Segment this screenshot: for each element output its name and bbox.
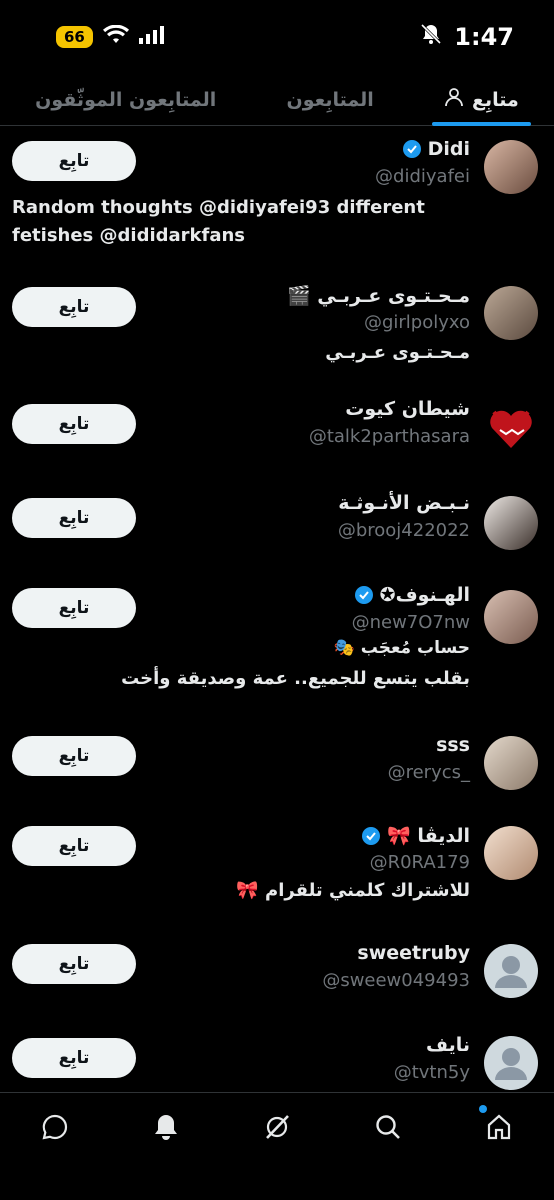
devil-heart-icon [490, 410, 532, 448]
user-handle: @talk2parthasara [308, 426, 470, 447]
user-bio: حساب مُعجَب 🎭 [333, 638, 470, 658]
user-bio: Random thoughts @didiyafei93 different f… [12, 197, 425, 246]
status-left: 66 [56, 24, 165, 49]
follow-button[interactable]: تابِع [12, 404, 136, 444]
user-name: نـبـض الأنـوثـة [338, 492, 470, 514]
follow-button[interactable]: تابِع [12, 1038, 136, 1078]
follow-button[interactable]: تابِع [12, 588, 136, 628]
avatar[interactable] [484, 1036, 538, 1090]
tab-verified-followers-label: المتابِعون الموثّقون [35, 88, 217, 111]
user-name-text: الهـنوف✪ [379, 584, 470, 606]
user-bio: للاشتراك كلمني تلقرام 🎀 [236, 880, 470, 901]
user-handle: @new7O7nw [351, 612, 470, 633]
user-name-text: الديڤا 🎀 [387, 825, 470, 847]
avatar[interactable] [484, 496, 538, 550]
verified-badge-icon [402, 140, 421, 158]
default-avatar-icon [495, 956, 527, 988]
avatar[interactable] [484, 590, 538, 644]
default-avatar-icon [495, 1048, 527, 1080]
user-name: شيطان كيوت [345, 398, 470, 420]
grok-icon[interactable] [257, 1107, 297, 1147]
status-bar: 66 1:47 [0, 0, 554, 74]
followers-tabs: متابِع المتابِعون المتابِعون الموثّقون [0, 74, 554, 126]
follow-button[interactable]: تابِع [12, 736, 136, 776]
home-icon[interactable] [478, 1105, 519, 1147]
user-name: نايف [425, 1034, 470, 1056]
user-name-text: Didi [427, 138, 470, 160]
follow-button[interactable]: تابِع [12, 498, 136, 538]
user-name: الهـنوف✪ [354, 584, 470, 606]
user-bio-line2: بقلب يتسع للجميع.. عمة وصديقة وأخت [121, 668, 470, 689]
user-name: الديڤا 🎀 [361, 824, 470, 847]
status-right: 1:47 [420, 23, 514, 51]
verified-badge-icon [362, 826, 381, 845]
follow-button[interactable]: تابِع [12, 141, 136, 181]
wifi-icon [102, 24, 129, 49]
user-name: sweetruby [357, 942, 470, 964]
bottom-nav [0, 1092, 554, 1200]
user-handle: @tvtn5y [393, 1062, 470, 1083]
clock: 1:47 [454, 23, 514, 51]
tab-following-label: متابِع [472, 88, 519, 111]
follow-button[interactable]: تابِع [12, 944, 136, 984]
avatar[interactable] [484, 944, 538, 998]
mute-bell-icon [420, 23, 442, 51]
user-name: sss [436, 734, 470, 756]
user-handle: @sweew049493 [322, 970, 470, 991]
avatar[interactable] [484, 140, 538, 194]
tab-following[interactable]: متابِع [432, 74, 531, 126]
tab-followers-label: المتابِعون [286, 88, 374, 111]
battery-indicator: 66 [56, 26, 93, 48]
messages-icon[interactable] [35, 1107, 75, 1147]
search-icon[interactable] [368, 1107, 408, 1147]
avatar[interactable] [484, 286, 538, 340]
tab-verified-followers[interactable]: المتابِعون الموثّقون [35, 74, 216, 126]
avatar[interactable] [484, 736, 538, 790]
tab-followers[interactable]: المتابِعون [287, 74, 374, 126]
user-handle: @rerycs_ [387, 762, 470, 783]
user-handle: @girlpolyxo [363, 312, 470, 333]
follow-button[interactable]: تابِع [12, 287, 136, 327]
user-handle: @didiyafei [375, 166, 470, 187]
cellular-icon [138, 26, 165, 48]
avatar[interactable] [484, 826, 538, 880]
user-name: مـحـتـوى عـربـي 🎬 [286, 285, 470, 307]
notifications-icon[interactable] [146, 1107, 186, 1147]
user-name: Didi [402, 138, 470, 160]
avatar[interactable] [484, 400, 538, 454]
user-handle: @R0RA179 [369, 852, 470, 873]
person-icon [444, 87, 464, 112]
user-handle: @brooj422022 [337, 520, 470, 541]
user-bio: مـحـتـوى عـربـي [325, 342, 470, 363]
verified-badge-icon [354, 586, 373, 604]
home-notification-dot [478, 1105, 487, 1113]
follow-button[interactable]: تابِع [12, 826, 136, 866]
